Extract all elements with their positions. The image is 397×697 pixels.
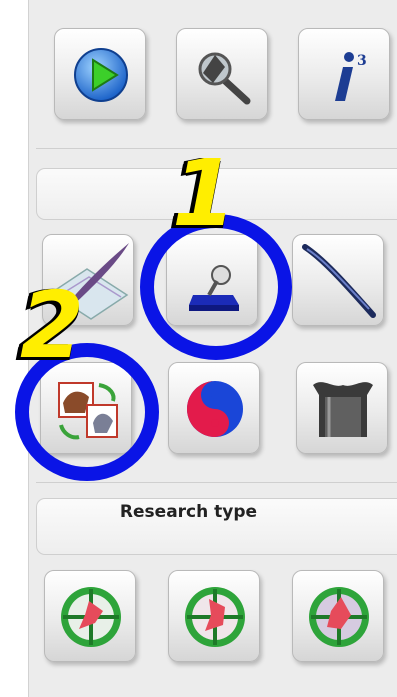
funnel-button[interactable] — [296, 362, 388, 454]
play-button[interactable] — [54, 28, 146, 120]
stamp-button[interactable] — [166, 234, 258, 326]
yin-yang-button[interactable] — [168, 362, 260, 454]
stamp-tool-icon — [189, 265, 239, 311]
brush-button[interactable] — [292, 234, 384, 326]
yin-yang-icon — [187, 381, 243, 437]
target-arrows-icon — [309, 587, 369, 647]
info-cubed-icon: 3 — [335, 52, 367, 101]
annotation-number-1: 1 — [172, 140, 237, 247]
target-arrows-icon — [185, 587, 245, 647]
target-arrows-icon — [61, 587, 121, 647]
zoom-button[interactable] — [176, 28, 268, 120]
research-type-3-button[interactable] — [292, 570, 384, 662]
research-type-1-button[interactable] — [44, 570, 136, 662]
magnifier-icon — [198, 52, 251, 105]
section-divider — [36, 482, 397, 483]
brush-stroke-icon — [302, 244, 376, 318]
annotation-number-2: 2 — [20, 272, 85, 379]
funnel-icon — [313, 382, 373, 437]
svg-text:3: 3 — [357, 53, 367, 69]
info-button[interactable]: 3 — [298, 28, 390, 120]
play-icon — [74, 48, 128, 102]
research-type-title: Research type — [119, 502, 258, 522]
research-type-2-button[interactable] — [168, 570, 260, 662]
